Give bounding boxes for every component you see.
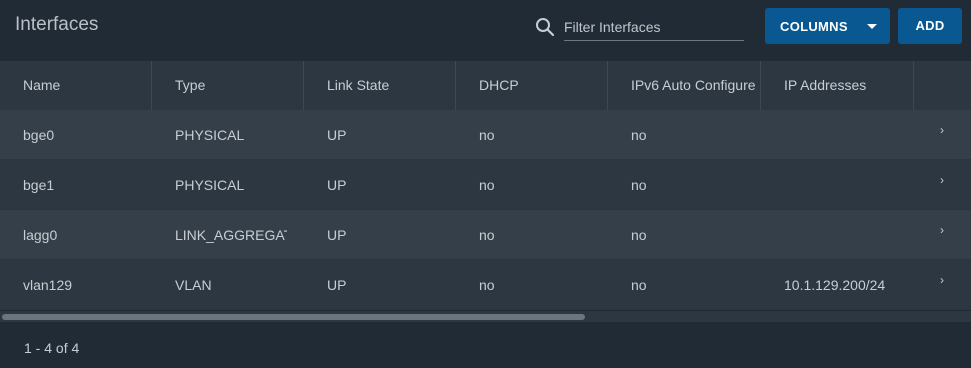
table-footer: 1 - 4 of 4 (0, 321, 971, 368)
table-body: bge0 PHYSICAL UP no no › bge1 PHYSICAL U… (0, 110, 971, 310)
page-title: Interfaces (15, 14, 99, 35)
cell-name: lagg0 (23, 227, 58, 243)
pagination-summary: 1 - 4 of 4 (24, 340, 80, 356)
chevron-right-icon[interactable]: › (940, 223, 944, 237)
column-header-name[interactable]: Name (0, 61, 152, 110)
column-header-type[interactable]: Type (152, 61, 304, 110)
cell-link-state: UP (327, 177, 347, 193)
chevron-right-icon[interactable]: › (940, 123, 944, 137)
cell-dhcp: no (479, 227, 495, 243)
caret-down-icon (867, 24, 877, 29)
cell-name: bge1 (23, 177, 55, 193)
table-row[interactable]: bge0 PHYSICAL UP no no › (0, 110, 971, 160)
cell-ipv6: no (631, 277, 647, 293)
cell-link-state: UP (327, 227, 347, 243)
horizontal-scrollbar[interactable] (0, 311, 971, 321)
cell-ipv6: no (631, 177, 647, 193)
column-header-dhcp[interactable]: DHCP (456, 61, 608, 110)
columns-button-label: COLUMNS (780, 19, 848, 34)
cell-type: PHYSICAL (175, 127, 245, 143)
search-icon[interactable] (535, 17, 555, 37)
column-header-ip-addresses[interactable]: IP Addresses (761, 61, 914, 110)
columns-button[interactable]: COLUMNS (765, 8, 890, 44)
chevron-right-icon[interactable]: › (940, 273, 944, 287)
table-row[interactable]: lagg0 LINK_AGGREGATION UP no no › (0, 210, 971, 260)
cell-ip-addresses: 10.1.129.200/24 (784, 277, 886, 293)
cell-ip-addresses (761, 210, 914, 260)
cell-name: bge0 (23, 127, 55, 143)
cell-dhcp: no (479, 277, 495, 293)
table-row[interactable]: bge1 PHYSICAL UP no no › (0, 160, 971, 210)
cell-name: vlan129 (23, 277, 73, 293)
cell-dhcp: no (479, 127, 495, 143)
add-button[interactable]: ADD (898, 8, 962, 44)
chevron-right-icon[interactable]: › (940, 173, 944, 187)
cell-ipv6: no (631, 127, 647, 143)
cell-dhcp: no (479, 177, 495, 193)
cell-link-state: UP (327, 127, 347, 143)
table-header: Name Type Link State DHCP IPv6 Auto Conf… (0, 61, 971, 110)
scrollbar-thumb[interactable] (2, 314, 585, 320)
toolbar: Interfaces COLUMNS ADD (0, 0, 971, 60)
cell-ipv6: no (631, 227, 647, 243)
column-header-link-state[interactable]: Link State (304, 61, 456, 110)
cell-link-state: UP (327, 277, 347, 293)
cell-ip-addresses (761, 160, 914, 210)
cell-type: VLAN (175, 277, 212, 293)
cell-ip-addresses (761, 110, 914, 160)
table-row[interactable]: vlan129 VLAN UP no no 10.1.129.200/24 › (0, 260, 971, 310)
filter-interfaces-input[interactable] (564, 14, 744, 41)
cell-type: PHYSICAL (175, 177, 245, 193)
cell-type: LINK_AGGREGATION (175, 227, 287, 243)
column-header-ipv6-auto-configure[interactable]: IPv6 Auto Configure (608, 61, 761, 110)
